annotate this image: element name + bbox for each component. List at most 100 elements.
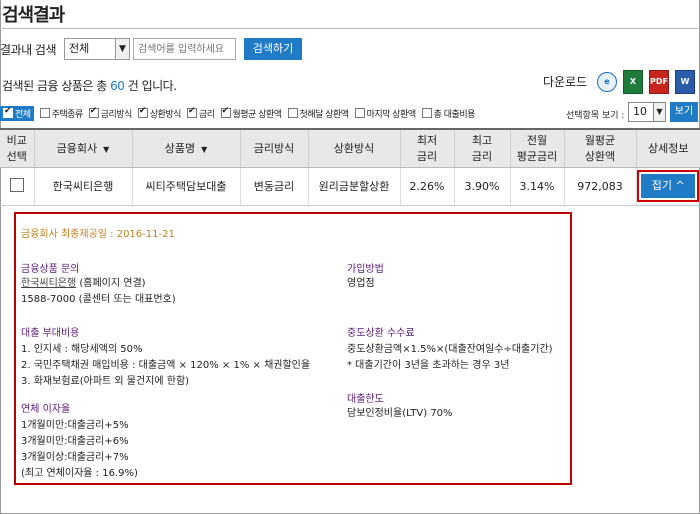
filter-label: 금리방식	[100, 109, 133, 120]
col-prev-avg-rate[interactable]: 전월평균금리	[509, 128, 564, 168]
filter-last-payment[interactable]: 마지막 상환액	[354, 107, 417, 120]
checkbox-icon[interactable]	[39, 108, 50, 118]
search-button[interactable]: 검색하기	[244, 38, 303, 60]
inquiry-body: 한국씨티은행 (홈페이지 연결) 1588-7000 (콜센터 또는 대표번호)	[21, 276, 176, 308]
overdue-line: 3개월미만:대출금리+6%	[21, 436, 129, 447]
col-min-rate[interactable]: 최저 금리	[399, 128, 454, 168]
col-detail: 상세정보	[635, 128, 700, 168]
filter-label: 첫해달 상환액	[299, 109, 350, 120]
repay-type-cell: 원리금분할상환	[307, 167, 400, 206]
join-method-value: 영업점	[347, 278, 375, 289]
monthly-payment-cell: 972,083	[563, 167, 636, 206]
checkbox-icon[interactable]	[287, 108, 298, 118]
checkbox-icon[interactable]	[3, 106, 13, 118]
checkbox-icon[interactable]	[88, 106, 99, 118]
table-header-row: 비교 선택 금융회사 ▼ 상품명 ▼ 금리방식 상환방식 최저 금리 최고 금리 전월 평균…	[0, 128, 700, 168]
filter-monthly-payment[interactable]: 월평균 상환액	[220, 106, 283, 120]
header-text: 월평균	[584, 134, 616, 148]
result-count-suffix: 건 입니다.	[124, 79, 177, 93]
search-input[interactable]	[133, 38, 237, 60]
header-text: 선택	[6, 150, 27, 164]
header-text: 상세정보	[648, 142, 689, 156]
header-text: 상환방식	[333, 142, 375, 156]
header-text: 비교	[6, 134, 27, 148]
filter-label: 월평균 상환액	[232, 109, 283, 120]
download-icons: e X PDF W	[597, 70, 700, 94]
prepay-line: 중도상환금액×1.5%×(대출잔여일수÷대출기간)	[347, 344, 553, 355]
product-cell: 씨티주택담보대출	[131, 167, 240, 206]
checkbox-icon[interactable]	[137, 106, 148, 118]
fees-line: 1. 인지세 : 해당세액의 50%	[21, 344, 143, 355]
prepay-fee-title: 중도상환 수수료	[347, 328, 415, 339]
compare-checkbox[interactable]	[9, 177, 24, 192]
overdue-line: (최고 연체이자율 : 16.9%)	[21, 468, 138, 479]
fees-title: 대출 부대비용	[21, 328, 80, 339]
bank-homepage-link[interactable]: 한국씨티은행	[21, 278, 76, 289]
header-text: 전월	[526, 134, 548, 148]
search-label: 결과내 검색	[0, 42, 57, 57]
results-table: 비교 선택 금융회사 ▼ 상품명 ▼ 금리방식 상환방식 최저 금리 최고 금리 전월 평균…	[0, 128, 700, 206]
header-text: 금리	[416, 150, 438, 164]
overdue-rate-body: 1개월미만:대출금리+5% 3개월미만:대출금리+6% 3개월이상:대출금리+7…	[21, 418, 138, 482]
word-icon[interactable]: W	[675, 70, 695, 94]
col-product[interactable]: 상품명 ▼	[131, 128, 240, 168]
sort-down-icon[interactable]: ▼	[201, 145, 207, 154]
filter-total-cost[interactable]: 총 대출비용	[421, 107, 475, 120]
chevron-down-icon[interactable]: ▼	[653, 103, 665, 121]
header-text: 상환액	[584, 150, 616, 164]
search-scope-select[interactable]: 전체 ▼	[64, 38, 131, 60]
col-monthly-payment[interactable]: 월평균상환액	[563, 128, 636, 168]
ie-icon[interactable]: e	[597, 72, 617, 92]
col-company[interactable]: 금융회사 ▼	[33, 128, 132, 168]
title-divider	[0, 28, 700, 29]
join-method-title: 가입방법	[347, 264, 384, 275]
header-text: 평균금리	[516, 150, 558, 164]
filter-all[interactable]: 전체	[0, 105, 34, 121]
pdf-icon[interactable]: PDF	[649, 70, 669, 94]
min-rate-cell: 2.26%	[399, 167, 454, 206]
col-repay-type: 상환방식	[307, 128, 400, 168]
inquiry-link-suffix: (홈페이지 연결)	[76, 278, 146, 289]
filter-label: 전체	[15, 109, 31, 120]
prepay-line: * 대출기간이 3년을 초과하는 경우 3년	[347, 360, 510, 371]
filter-house-type[interactable]: 주택종류	[39, 107, 84, 120]
col-max-rate[interactable]: 최고 금리	[453, 128, 510, 168]
checkbox-icon[interactable]	[186, 106, 197, 118]
inquiry-phone: 1588-7000 (콜센터 또는 대표번호)	[21, 294, 176, 305]
overdue-line: 1개월미만:대출금리+5%	[21, 420, 129, 431]
checkbox-icon[interactable]	[421, 108, 432, 118]
loan-limit-title: 대출한도	[347, 394, 384, 405]
checkbox-icon[interactable]	[220, 106, 231, 118]
filter-label: 마지막 상환액	[366, 109, 417, 120]
collapse-button-label: 접기	[651, 179, 673, 192]
view-button[interactable]: 보기	[670, 102, 698, 122]
fees-body: 1. 인지세 : 해당세액의 50% 2. 국민주택채권 매입비용 : 대출금액…	[21, 342, 310, 390]
collapse-button[interactable]: 접기 ^	[637, 170, 700, 202]
view-count-label: 선택항목 보기 :	[566, 111, 625, 121]
filter-repay-type[interactable]: 상환방식	[137, 106, 181, 120]
view-count-select[interactable]: 10 ▼	[628, 102, 666, 122]
excel-icon[interactable]: X	[623, 70, 643, 94]
view-count-value: 10	[633, 105, 647, 118]
chevron-down-icon[interactable]: ▼	[115, 39, 130, 59]
result-count: 검색된 금융 상품은 총 60 건 입니다.	[2, 77, 177, 94]
col-compare: 비교선택	[0, 128, 34, 168]
prev-avg-rate-cell: 3.14%	[509, 167, 564, 206]
chevron-up-icon: ^	[675, 179, 685, 192]
result-count-number: 60	[110, 79, 125, 93]
prepay-fee-body: 중도상환금액×1.5%×(대출잔여일수÷대출기간) * 대출기간이 3년을 초과…	[347, 342, 553, 374]
checkbox-icon[interactable]	[354, 108, 365, 118]
filter-label: 주택종류	[51, 109, 84, 120]
header-text: 금융회사	[56, 142, 98, 156]
download-label: 다운로드	[543, 75, 588, 89]
filter-first-payment[interactable]: 첫해달 상환액	[287, 107, 350, 120]
search-scope-value: 전체	[69, 42, 90, 55]
compare-cell	[0, 167, 34, 206]
filter-rate-type[interactable]: 금리방식	[88, 106, 133, 120]
header-text: 최고	[471, 134, 493, 148]
table-row: 한국씨티은행 씨티주택담보대출 변동금리 원리금분할상환 2.26% 3.90%…	[0, 167, 700, 206]
company-cell: 한국씨티은행	[33, 167, 132, 206]
fees-line: 3. 화재보험료(아파트 외 물건지에 한함)	[21, 376, 190, 387]
sort-down-icon[interactable]: ▼	[103, 145, 109, 154]
filter-rate[interactable]: 금리	[186, 106, 215, 120]
